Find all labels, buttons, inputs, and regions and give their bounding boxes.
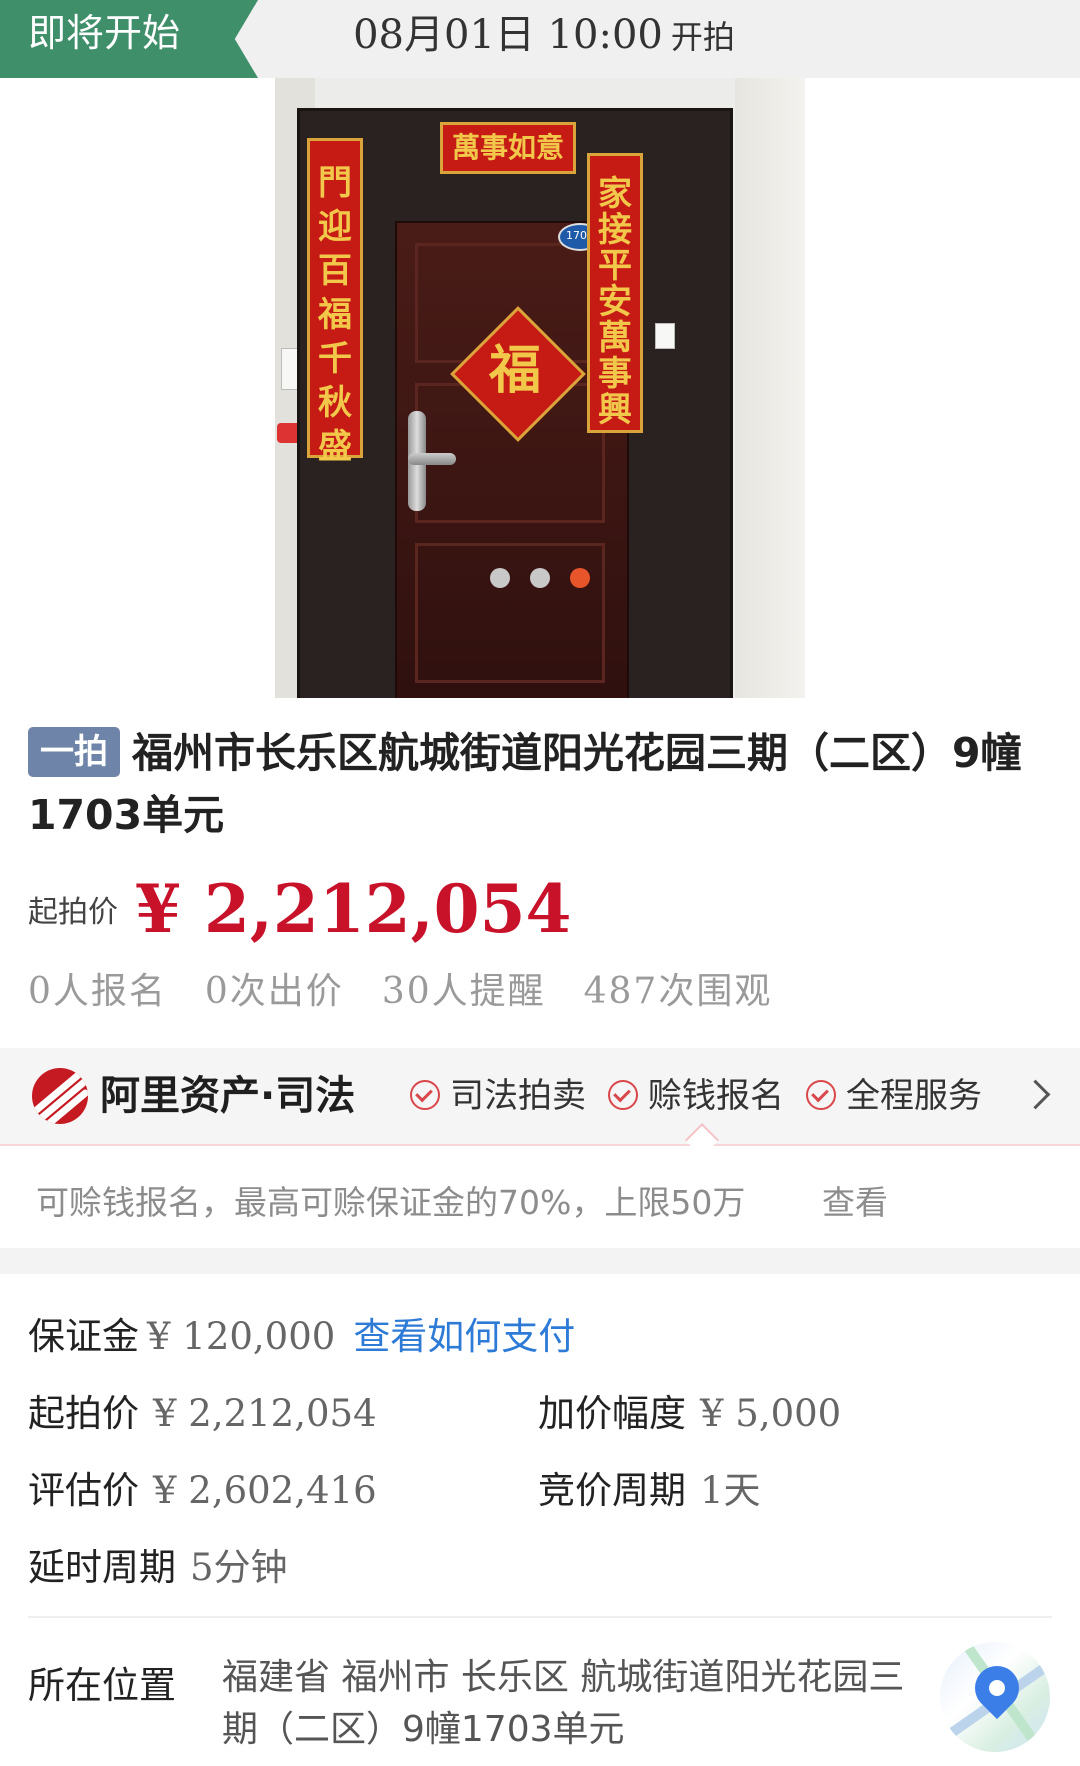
check-circle-icon: [410, 1080, 440, 1110]
bid-count: 0次出价: [204, 971, 344, 1012]
extension-value: 5分钟: [190, 1546, 288, 1589]
increment-row: 加价幅度 ¥ 5,000: [538, 1383, 841, 1437]
property-title-text: 福州市长乐区航城街道阳光花园三期（二区）9幢1703单元: [28, 729, 1022, 839]
service-item-judicial-auction: 司法拍卖: [410, 1048, 586, 1144]
wall: [735, 78, 805, 698]
increment-label: 加价幅度: [538, 1392, 686, 1435]
start-time-value: 08月01日 10:00: [353, 12, 663, 58]
starting-price: 起拍价 ¥ 2,212,054: [28, 870, 571, 948]
service-brand: 阿里资产·司法: [100, 1073, 356, 1119]
deposit-value: ¥ 120,000: [147, 1315, 336, 1358]
start-time-suffix: 开拍: [670, 18, 735, 56]
property-title: 一拍 福州市长乐区航城街道阳光花园三期（二区）9幢1703单元: [28, 722, 1038, 846]
starting-price-label: 起拍价: [28, 895, 118, 930]
starting-price-value: ¥ 2,212,054: [135, 870, 572, 948]
auction-start-time: 08月01日 10:00 开拍: [274, 0, 814, 70]
section-gap: [0, 1248, 1080, 1274]
bid-cycle-label: 竞价周期: [538, 1469, 686, 1512]
wall-switch: [655, 323, 675, 349]
deposit-row: 保证金 ¥ 120,000 查看如何支付: [28, 1306, 575, 1360]
carousel-dot[interactable]: [530, 568, 550, 588]
check-circle-icon: [806, 1080, 836, 1110]
service-item-full-service: 全程服务: [806, 1048, 982, 1144]
divider: [28, 1616, 1052, 1618]
horizontal-scroll-couplet: 萬事如意: [440, 122, 576, 174]
fu-character: 福: [488, 340, 541, 401]
deposit-label: 保证金: [28, 1315, 139, 1358]
auction-status-bar: 即将开始 08月01日 10:00 开拍: [0, 0, 1080, 78]
start-price-label: 起拍价: [28, 1392, 139, 1435]
view-payment-link[interactable]: 查看如何支付: [353, 1315, 575, 1358]
service-item-label: 赊钱报名: [648, 1076, 784, 1116]
increment-value: ¥ 5,000: [700, 1392, 842, 1435]
service-item-label: 全程服务: [846, 1076, 982, 1116]
signup-count: 0人报名: [28, 971, 167, 1012]
appraisal-label: 评估价: [28, 1469, 139, 1512]
left-couplet: 門迎百福千秋盛: [307, 138, 363, 467]
credit-signup-text: 可赊钱报名，最高可赊保证金的70%，上限50万: [36, 1183, 746, 1222]
carousel-indicators: [275, 568, 805, 592]
auction-stats: 0人报名 0次出价 30人提醒 487次围观: [28, 962, 810, 1014]
door-panel: [415, 543, 605, 683]
ali-judicial-service-banner[interactable]: 阿里资产·司法 司法拍卖 赊钱报名 全程服务: [0, 1048, 1080, 1144]
property-photo-carousel[interactable]: 1703 福 萬事如意 門迎百福千秋盛 家接平安萬事興: [275, 78, 805, 698]
carousel-dot-active[interactable]: [570, 568, 590, 588]
door-handle-lever: [408, 453, 456, 465]
chevron-right-icon[interactable]: [1020, 1079, 1051, 1110]
ali-asset-logo-icon: [32, 1068, 88, 1124]
carousel-dot[interactable]: [490, 568, 510, 588]
service-item-label: 司法拍卖: [450, 1076, 586, 1116]
map-location-icon[interactable]: [940, 1642, 1050, 1752]
right-couplet: 家接平安萬事興: [587, 153, 643, 433]
bid-cycle-value: 1天: [700, 1469, 761, 1512]
appraisal-value: ¥ 2,602,416: [153, 1469, 377, 1512]
appraisal-row: 评估价 ¥ 2,602,416: [28, 1460, 377, 1514]
location-label: 所在位置: [28, 1664, 176, 1707]
start-price-row: 起拍价 ¥ 2,212,054: [28, 1383, 377, 1437]
extension-label: 延时周期: [28, 1546, 176, 1589]
view-count: 487次围观: [583, 971, 773, 1012]
credit-signup-info: 可赊钱报名，最高可赊保证金的70%，上限50万 查看: [0, 1144, 1080, 1248]
view-credit-link[interactable]: 查看: [822, 1176, 888, 1224]
status-tag: 即将开始: [0, 0, 258, 78]
check-circle-icon: [608, 1080, 638, 1110]
extension-row: 延时周期 5分钟: [28, 1537, 288, 1591]
bid-cycle-row: 竞价周期 1天: [538, 1460, 761, 1514]
start-price-value: ¥ 2,212,054: [153, 1392, 377, 1435]
reminder-count: 30人提醒: [381, 971, 546, 1012]
location-value: 福建省 福州市 长乐区 航城街道阳光花园三期（二区）9幢1703单元: [222, 1657, 905, 1750]
auction-round-badge: 一拍: [28, 727, 120, 777]
